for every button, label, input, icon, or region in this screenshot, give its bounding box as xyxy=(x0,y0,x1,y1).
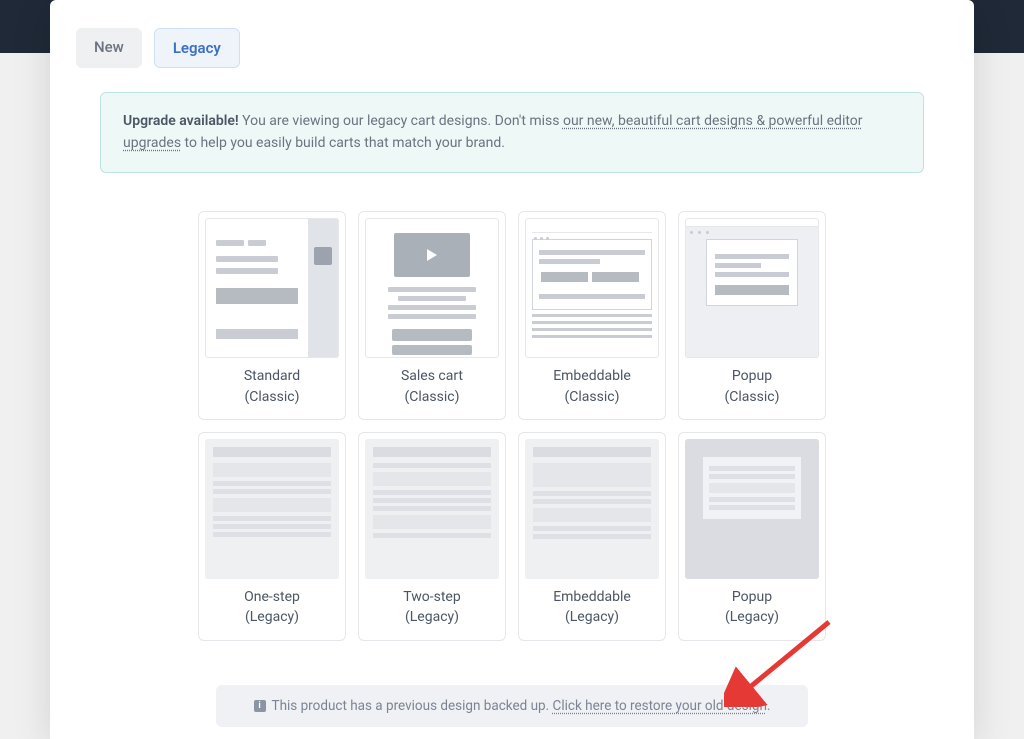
restore-period: . xyxy=(767,698,771,714)
upgrade-banner-text-before: You are viewing our legacy cart designs.… xyxy=(239,113,563,129)
restore-notice: i This product has a previous design back… xyxy=(216,685,808,727)
thumbnail-popup-legacy xyxy=(685,439,819,579)
design-selector-modal: New Legacy Upgrade available! You are vi… xyxy=(50,0,974,739)
thumbnail-twostep xyxy=(365,439,499,579)
template-card-popup[interactable]: Popup(Classic) xyxy=(678,211,826,420)
upgrade-banner-text-after: to help you easily build carts that matc… xyxy=(181,135,505,151)
restore-text: This product has a previous design backe… xyxy=(272,698,553,714)
template-grid: Standard(Classic) Sales cart(Classic) xyxy=(76,211,948,640)
info-icon: i xyxy=(254,700,266,712)
template-card-sales[interactable]: Sales cart(Classic) xyxy=(358,211,506,420)
thumbnail-standard xyxy=(205,218,339,358)
template-card-onestep[interactable]: One-step(Legacy) xyxy=(198,432,346,641)
tab-bar: New Legacy xyxy=(76,28,948,68)
card-title: One-step(Legacy) xyxy=(244,587,300,628)
upgrade-banner-bold: Upgrade available! xyxy=(123,113,239,129)
thumbnail-onestep xyxy=(205,439,339,579)
card-title: Standard(Classic) xyxy=(244,366,300,407)
restore-link[interactable]: Click here to restore your old design xyxy=(553,698,767,714)
upgrade-banner: Upgrade available! You are viewing our l… xyxy=(100,92,924,173)
thumbnail-embeddable-legacy xyxy=(525,439,659,579)
thumbnail-embeddable xyxy=(525,218,659,358)
tab-new[interactable]: New xyxy=(76,28,142,68)
thumbnail-sales xyxy=(365,218,499,358)
template-card-embeddable[interactable]: Embeddable(Classic) xyxy=(518,211,666,420)
card-title: Popup(Legacy) xyxy=(725,587,779,628)
template-card-standard[interactable]: Standard(Classic) xyxy=(198,211,346,420)
tab-legacy[interactable]: Legacy xyxy=(154,28,240,68)
card-title: Sales cart(Classic) xyxy=(401,366,463,407)
template-card-twostep[interactable]: Two-step(Legacy) xyxy=(358,432,506,641)
card-title: Embeddable(Classic) xyxy=(553,366,631,407)
thumbnail-popup xyxy=(685,218,819,358)
card-title: Popup(Classic) xyxy=(725,366,780,407)
card-title: Two-step(Legacy) xyxy=(403,587,460,628)
template-card-popup-legacy[interactable]: Popup(Legacy) xyxy=(678,432,826,641)
template-card-embeddable-legacy[interactable]: Embeddable(Legacy) xyxy=(518,432,666,641)
card-title: Embeddable(Legacy) xyxy=(553,587,631,628)
